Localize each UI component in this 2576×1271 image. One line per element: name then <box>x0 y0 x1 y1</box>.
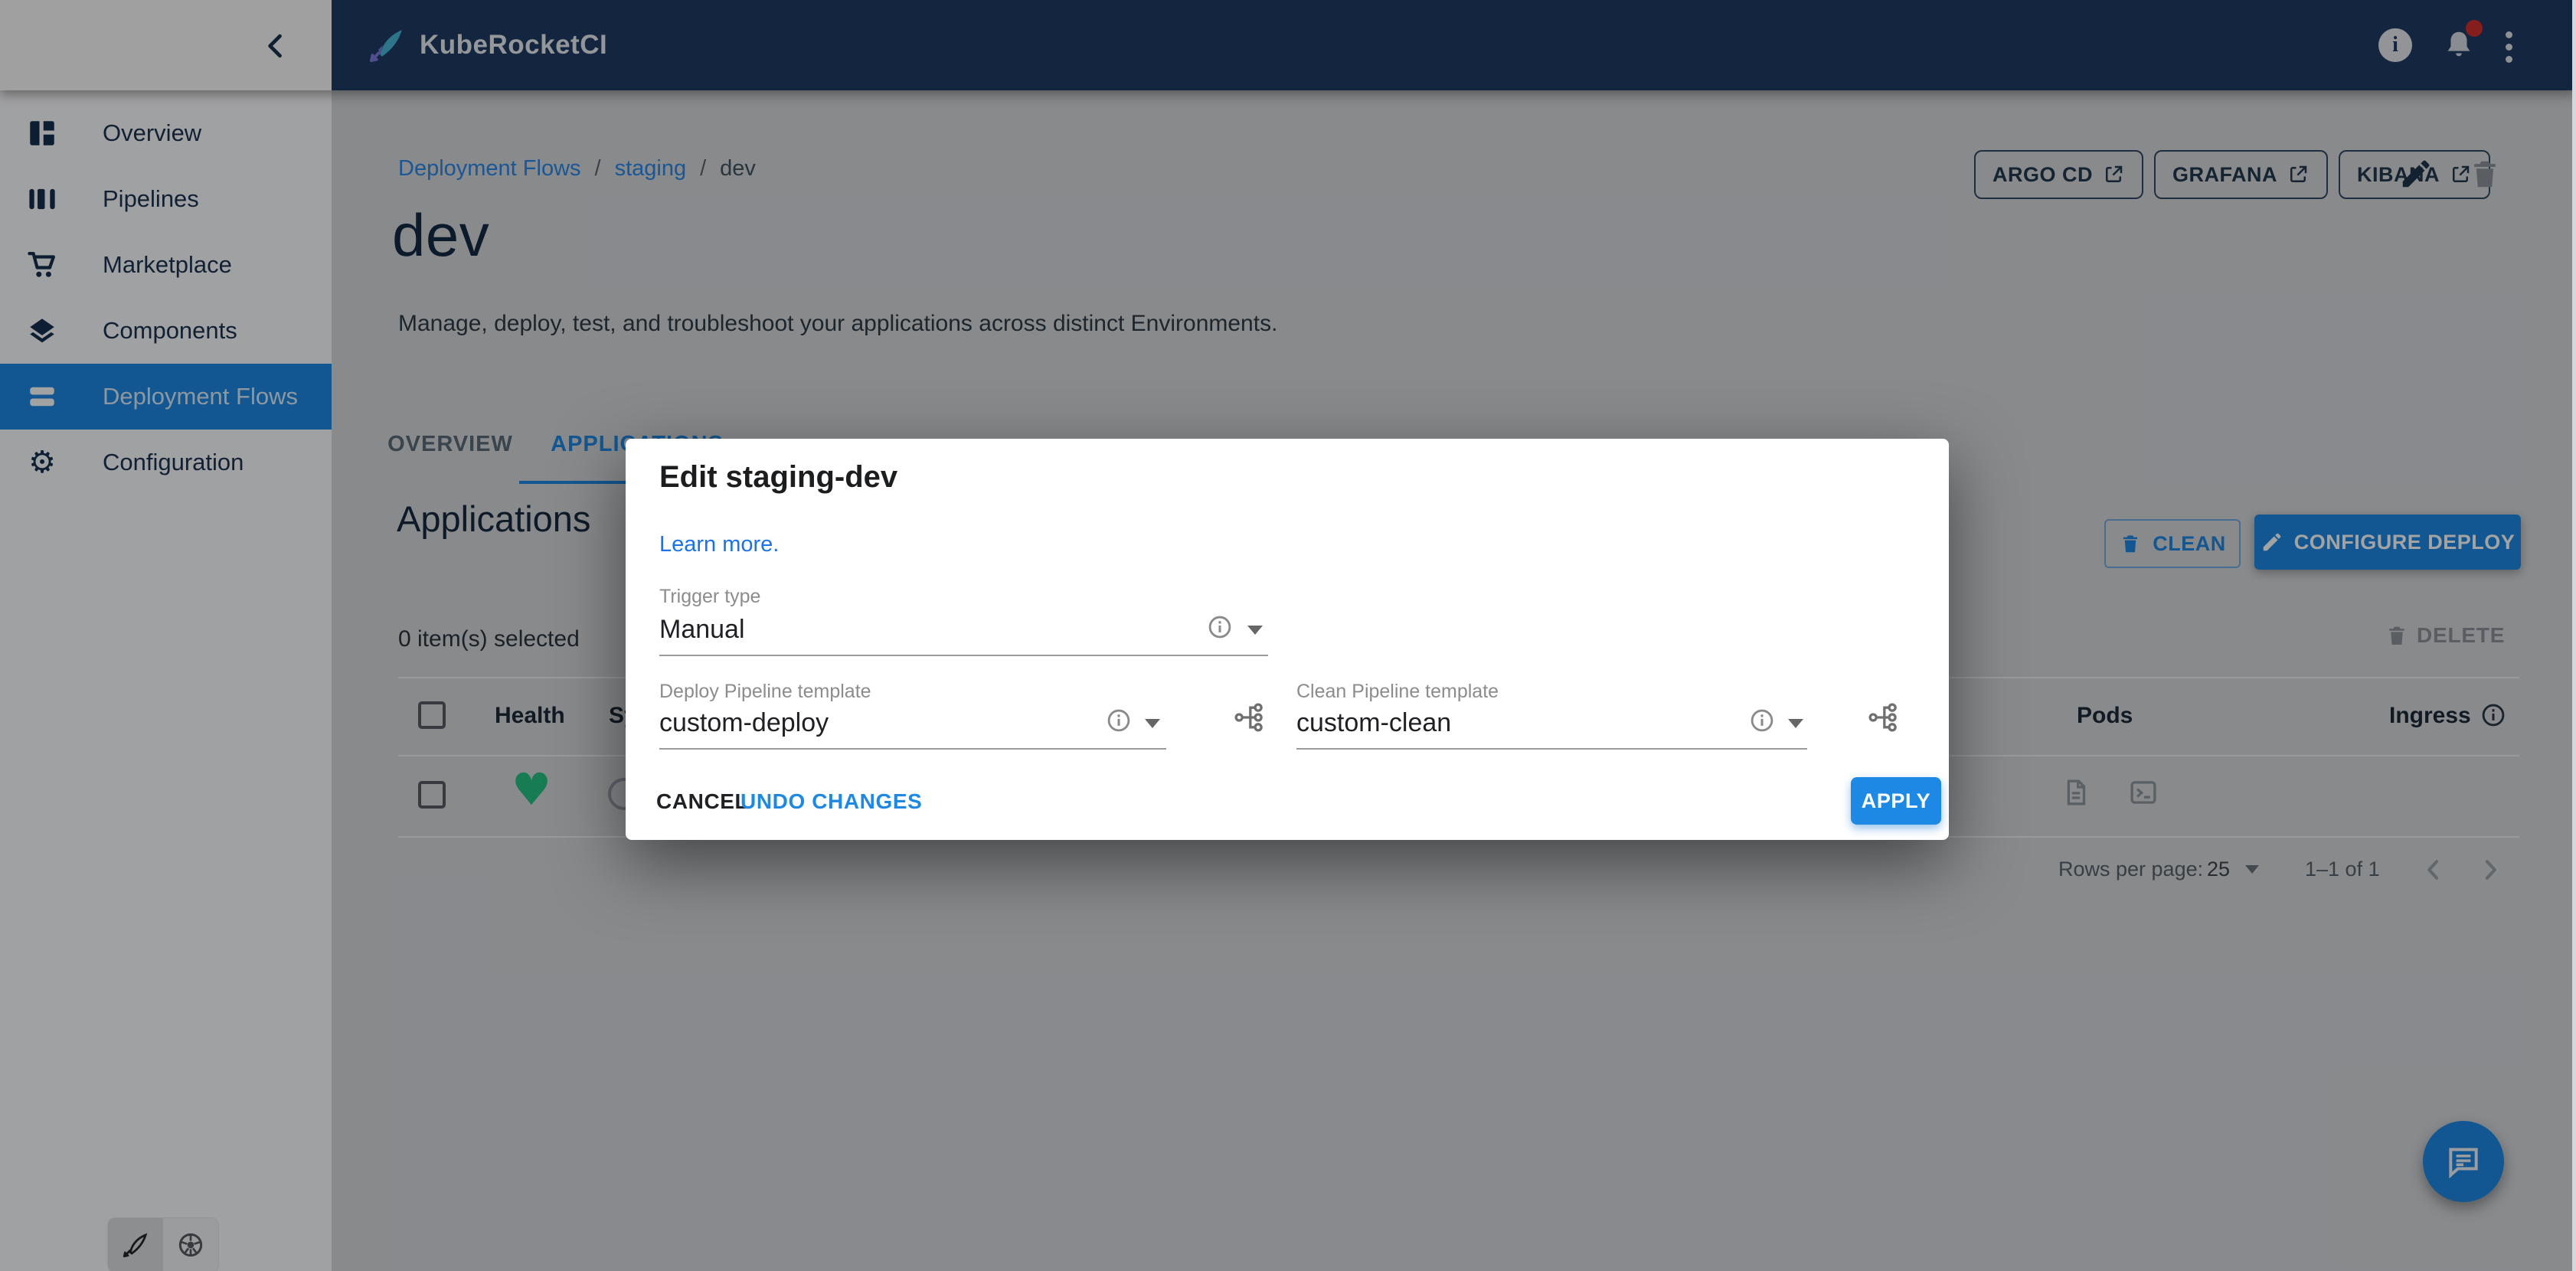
pipeline-diagram-icon[interactable] <box>1232 701 1266 734</box>
field-info-icon[interactable] <box>1206 613 1234 641</box>
scrollbar[interactable] <box>2572 0 2576 1271</box>
edit-stage-dialog: Edit staging-dev Learn more. Trigger typ… <box>626 439 1949 840</box>
deploy-template-select[interactable]: custom-deploy <box>659 708 829 738</box>
learn-more-link[interactable]: Learn more. <box>659 532 779 557</box>
clean-template-label: Clean Pipeline template <box>1296 681 1499 702</box>
field-underline <box>1296 748 1807 750</box>
app-screen: KubeRocketCI i Overview Pipelines Market… <box>0 0 2576 1271</box>
clean-template-select[interactable]: custom-clean <box>1296 708 1451 738</box>
dialog-title: Edit staging-dev <box>659 460 898 494</box>
field-info-icon[interactable] <box>1105 707 1133 734</box>
field-underline <box>659 748 1166 750</box>
pipeline-diagram-icon[interactable] <box>1866 701 1900 734</box>
chevron-down-icon[interactable] <box>1145 719 1160 728</box>
undo-changes-button[interactable]: UNDO CHANGES <box>740 783 922 820</box>
chevron-down-icon[interactable] <box>1247 626 1263 635</box>
cancel-button[interactable]: CANCEL <box>656 783 748 820</box>
chevron-down-icon[interactable] <box>1788 719 1803 728</box>
field-info-icon[interactable] <box>1748 707 1776 734</box>
trigger-type-label: Trigger type <box>659 586 761 607</box>
field-underline <box>659 655 1268 656</box>
deploy-template-label: Deploy Pipeline template <box>659 681 871 702</box>
trigger-type-select[interactable]: Manual <box>659 615 745 645</box>
apply-button[interactable]: APPLY <box>1851 777 1941 825</box>
